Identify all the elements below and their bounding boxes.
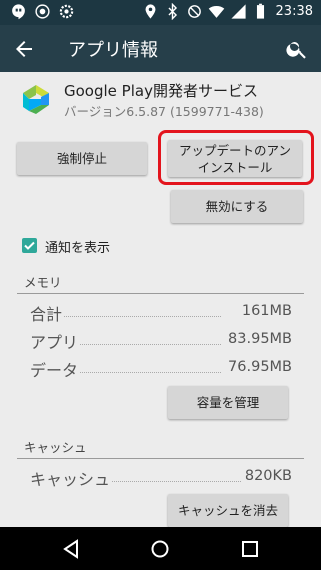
show-notifications-label: 通知を表示 bbox=[45, 241, 111, 256]
signal-icon bbox=[230, 4, 246, 19]
cache-value: 820KB bbox=[244, 468, 292, 484]
hangouts-icon bbox=[12, 4, 25, 20]
arrow-back-icon[interactable] bbox=[12, 37, 36, 61]
row-dots bbox=[64, 316, 221, 317]
storage-data-label: データ bbox=[30, 361, 79, 380]
nav-back-icon[interactable] bbox=[60, 538, 82, 560]
storage-total-label: 合計 bbox=[30, 305, 63, 324]
nav-recents-icon[interactable] bbox=[239, 538, 261, 560]
force-stop-button[interactable]: 強制停止 bbox=[17, 142, 147, 175]
row-dots bbox=[80, 344, 221, 345]
status-bar: 23:38 bbox=[0, 0, 321, 25]
row-dots bbox=[80, 372, 221, 373]
storage-app-label: アプリ bbox=[30, 333, 79, 352]
show-notifications-checkbox[interactable] bbox=[22, 238, 37, 253]
storage-data-value: 76.95MB bbox=[228, 359, 292, 375]
navigation-bar bbox=[0, 527, 321, 570]
storage-divider bbox=[17, 293, 304, 294]
storage-app-value: 83.95MB bbox=[228, 331, 292, 347]
app-bar: アプリ情報 bbox=[0, 25, 321, 72]
storage-section-title: メモリ bbox=[24, 275, 62, 290]
notification-icon bbox=[35, 4, 50, 19]
status-left-icons bbox=[10, 3, 75, 20]
search-icon[interactable] bbox=[285, 37, 309, 61]
bluetooth-icon bbox=[167, 3, 177, 20]
battery-icon bbox=[256, 3, 264, 19]
storage-total-value: 161MB bbox=[241, 303, 292, 319]
row-dots bbox=[112, 481, 241, 482]
checkmark-icon bbox=[24, 241, 35, 250]
highlight-box bbox=[158, 130, 314, 185]
manage-space-button[interactable]: 容量を管理 bbox=[168, 386, 288, 419]
app-version: バージョン6.5.87 (1599771-438) bbox=[64, 104, 264, 119]
cache-divider bbox=[17, 458, 304, 459]
google-play-services-icon bbox=[23, 85, 49, 114]
disable-button[interactable]: 無効にする bbox=[171, 190, 303, 223]
do-not-disturb-icon bbox=[187, 5, 201, 18]
cache-label: キャッシュ bbox=[30, 470, 111, 489]
clear-cache-button[interactable]: キャッシュを消去 bbox=[168, 494, 288, 527]
status-time: 23:38 bbox=[275, 4, 313, 19]
wifi-icon bbox=[208, 6, 224, 18]
nav-home-icon[interactable] bbox=[149, 538, 171, 560]
page-title: アプリ情報 bbox=[68, 40, 158, 61]
cache-section-title: キャッシュ bbox=[24, 440, 87, 455]
location-icon bbox=[145, 4, 155, 19]
app-name: Google Play開発者サービス bbox=[64, 82, 258, 100]
settings-icon bbox=[59, 4, 74, 19]
status-right-icons: 23:38 bbox=[142, 3, 313, 20]
